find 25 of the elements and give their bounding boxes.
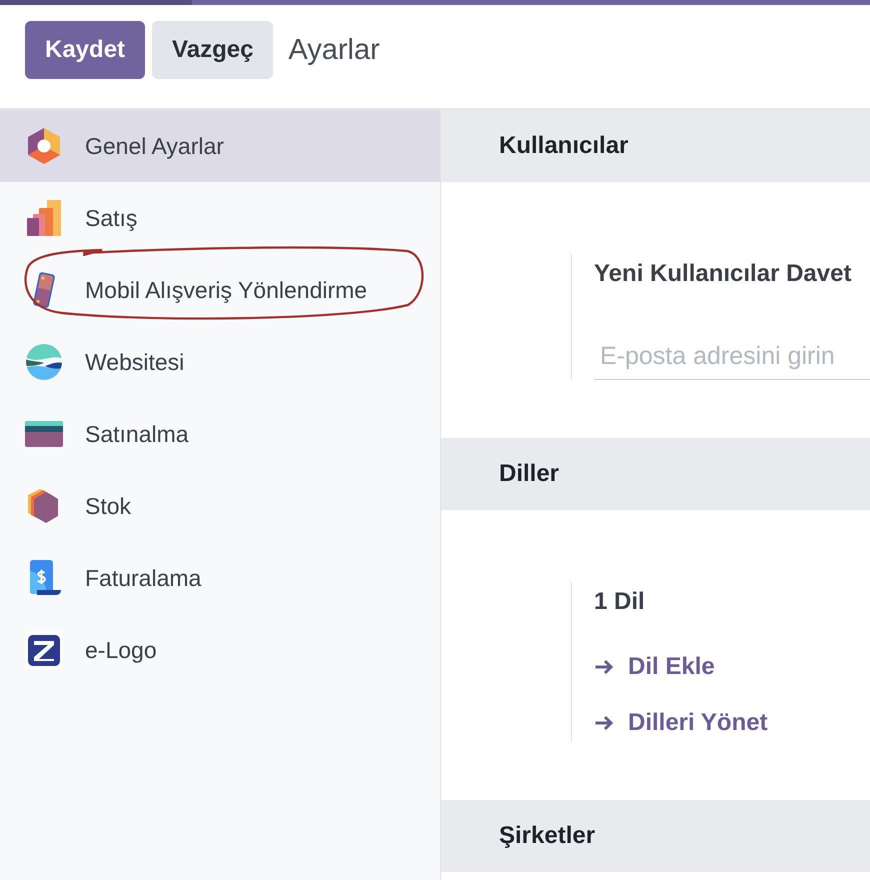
page-title: Ayarlar xyxy=(288,33,380,68)
sidebar-item[interactable]: Mobil Alışveriş Yönlendirme xyxy=(0,254,440,326)
section-header: Diller xyxy=(441,438,870,510)
arrow-right-icon xyxy=(594,659,614,675)
section-header: Kullanıcılar xyxy=(441,110,870,182)
sidebar-item[interactable]: Satınalma xyxy=(0,398,440,470)
arrow-right-icon xyxy=(594,715,614,731)
section-header: Şirketler xyxy=(441,800,870,872)
manage-languages-link[interactable]: Dilleri Yönet xyxy=(594,704,768,742)
email-input[interactable]: E-posta adresini girin xyxy=(594,334,870,380)
cancel-button[interactable]: Vazgeç xyxy=(152,21,274,79)
z-shape-icon xyxy=(25,631,63,669)
add-language-link[interactable]: Dil Ekle xyxy=(594,648,715,686)
bar-chart-icon xyxy=(25,199,63,237)
save-button[interactable]: Kaydet xyxy=(25,21,146,79)
wave-sphere-icon xyxy=(25,343,63,381)
sidebar-item[interactable]: Satış xyxy=(0,182,440,254)
sidebar-item[interactable]: Genel Ayarlar xyxy=(0,110,440,182)
sidebar-item[interactable]: Stok xyxy=(0,470,440,542)
sidebar-item[interactable]: Faturalama xyxy=(0,542,440,614)
hexagon-ring-icon xyxy=(25,127,63,165)
sidebar-item[interactable]: e-Logo xyxy=(0,614,440,686)
setting-label: 1 Dil xyxy=(594,587,645,617)
sidebar-item[interactable]: Websitesi xyxy=(0,326,440,398)
setting-label: Yeni Kullanıcılar Davet xyxy=(594,259,852,289)
